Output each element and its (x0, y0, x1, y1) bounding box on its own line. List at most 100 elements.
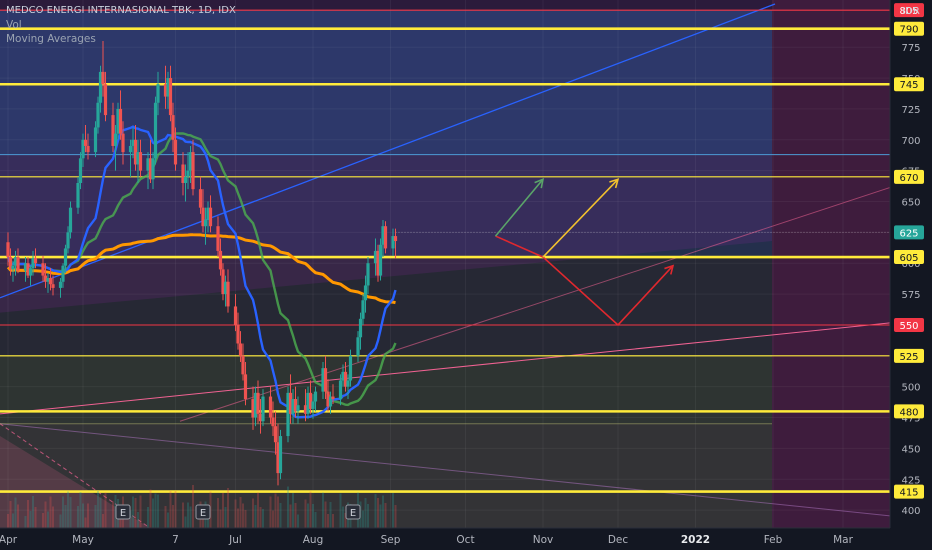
candle-body (378, 244, 383, 276)
volume-bar (154, 493, 157, 528)
volume-bar (27, 500, 29, 528)
level-price-label: 480 (899, 407, 918, 418)
candle-body (358, 318, 363, 338)
moving-averages-indicator-label[interactable]: Moving Averages (6, 32, 236, 46)
candlestick-chart[interactable]: EEE 400425450475500575600650675700725750… (0, 0, 932, 550)
time-tick-label: Jul (228, 534, 242, 546)
volume-bar (167, 512, 169, 528)
candle-body (346, 380, 350, 387)
candle-body (168, 78, 173, 116)
candle-body (338, 380, 343, 400)
time-tick-label: Apr (0, 534, 18, 546)
volume-bar (222, 493, 224, 528)
candle-body (271, 417, 275, 427)
level-price-label: 525 (899, 352, 918, 363)
candle-body (33, 258, 38, 264)
candle-body (121, 133, 125, 153)
level-price-label: 790 (899, 25, 918, 36)
volume-bar (384, 503, 387, 528)
candle-body (191, 152, 195, 190)
candle-body (236, 324, 240, 344)
level-price-label: 745 (899, 80, 918, 91)
volume-bar (294, 503, 297, 528)
volume-bar (279, 503, 282, 528)
volume-bar (157, 494, 159, 528)
candle-body (103, 84, 108, 116)
volume-bar (59, 514, 62, 528)
candle-body (238, 343, 243, 356)
level-price-label: 415 (899, 488, 918, 499)
volume-bar (394, 505, 397, 528)
candle-body (226, 281, 230, 307)
candle-body (151, 158, 155, 180)
volume-bar (84, 517, 87, 528)
volume-bar (289, 504, 292, 528)
candle-body (261, 396, 265, 422)
price-tick-label: 725 (901, 105, 920, 116)
candle-body (366, 263, 370, 286)
candle-body (68, 207, 73, 233)
volume-bar (64, 505, 67, 528)
last-price-label: 625 (899, 228, 918, 239)
candle-body (356, 337, 360, 356)
candle-body (63, 248, 68, 266)
volume-bar (342, 506, 344, 528)
candle-body (323, 368, 328, 392)
volume-bar (292, 493, 294, 528)
volume-bar (132, 496, 134, 528)
level-price-label: 670 (899, 173, 918, 184)
volume-bar (259, 507, 262, 528)
volume-bar (312, 504, 314, 528)
volume-bar (374, 494, 377, 528)
currency-label: IDR (902, 6, 920, 17)
volume-bar (252, 498, 254, 528)
chart-area[interactable]: EEE 400425450475500575600650675700725750… (0, 0, 932, 550)
volume-bar (82, 503, 84, 528)
volume-indicator-label[interactable]: Vol (6, 18, 236, 32)
candle-body (313, 391, 318, 402)
time-tick-label: Feb (764, 534, 783, 546)
price-tick-label: 775 (901, 43, 920, 54)
volume-bar (34, 507, 37, 528)
candle[interactable] (153, 96, 158, 165)
volume-bar (79, 492, 82, 528)
time-tick-label: Dec (608, 534, 629, 546)
volume-bar (77, 506, 79, 528)
candle-body (208, 207, 213, 227)
candle-body (83, 139, 88, 146)
volume-bar (379, 504, 382, 528)
volume-bar (152, 498, 154, 528)
earnings-marker[interactable]: E (195, 504, 211, 520)
volume-bar (97, 491, 99, 528)
earnings-marker[interactable]: E (115, 504, 131, 520)
symbol-title[interactable]: MEDCO ENERGI INTERNASIONAL TBK, 1D, IDX (6, 4, 236, 18)
candle-body (393, 236, 398, 242)
volume-bar (67, 491, 69, 528)
candle-body (311, 401, 315, 409)
volume-bar (269, 496, 272, 528)
candle-body (86, 145, 90, 153)
volume-bar (17, 504, 19, 528)
volume-bar (382, 495, 384, 528)
candle-body (173, 139, 178, 165)
candle-body (58, 281, 63, 288)
volume-bar (52, 506, 54, 528)
candle-body (218, 250, 223, 270)
candle[interactable] (278, 429, 283, 480)
volume-bar (174, 491, 177, 528)
time-tick-label: 2022 (681, 534, 710, 546)
chart-legend: MEDCO ENERGI INTERNASIONAL TBK, 1D, IDX … (6, 4, 236, 46)
volume-bar (304, 499, 307, 528)
earnings-marker[interactable]: E (345, 504, 361, 520)
volume-bar (47, 511, 49, 528)
volume-bar (234, 499, 237, 528)
candle[interactable] (378, 238, 383, 281)
candle-body (28, 268, 33, 276)
candle-body (183, 176, 188, 183)
candle-body (6, 242, 10, 258)
volume-bar (367, 504, 369, 528)
volume-bar (329, 502, 332, 528)
candle-body (11, 265, 15, 270)
volume-bar (104, 492, 107, 528)
volume-bar (149, 489, 152, 528)
